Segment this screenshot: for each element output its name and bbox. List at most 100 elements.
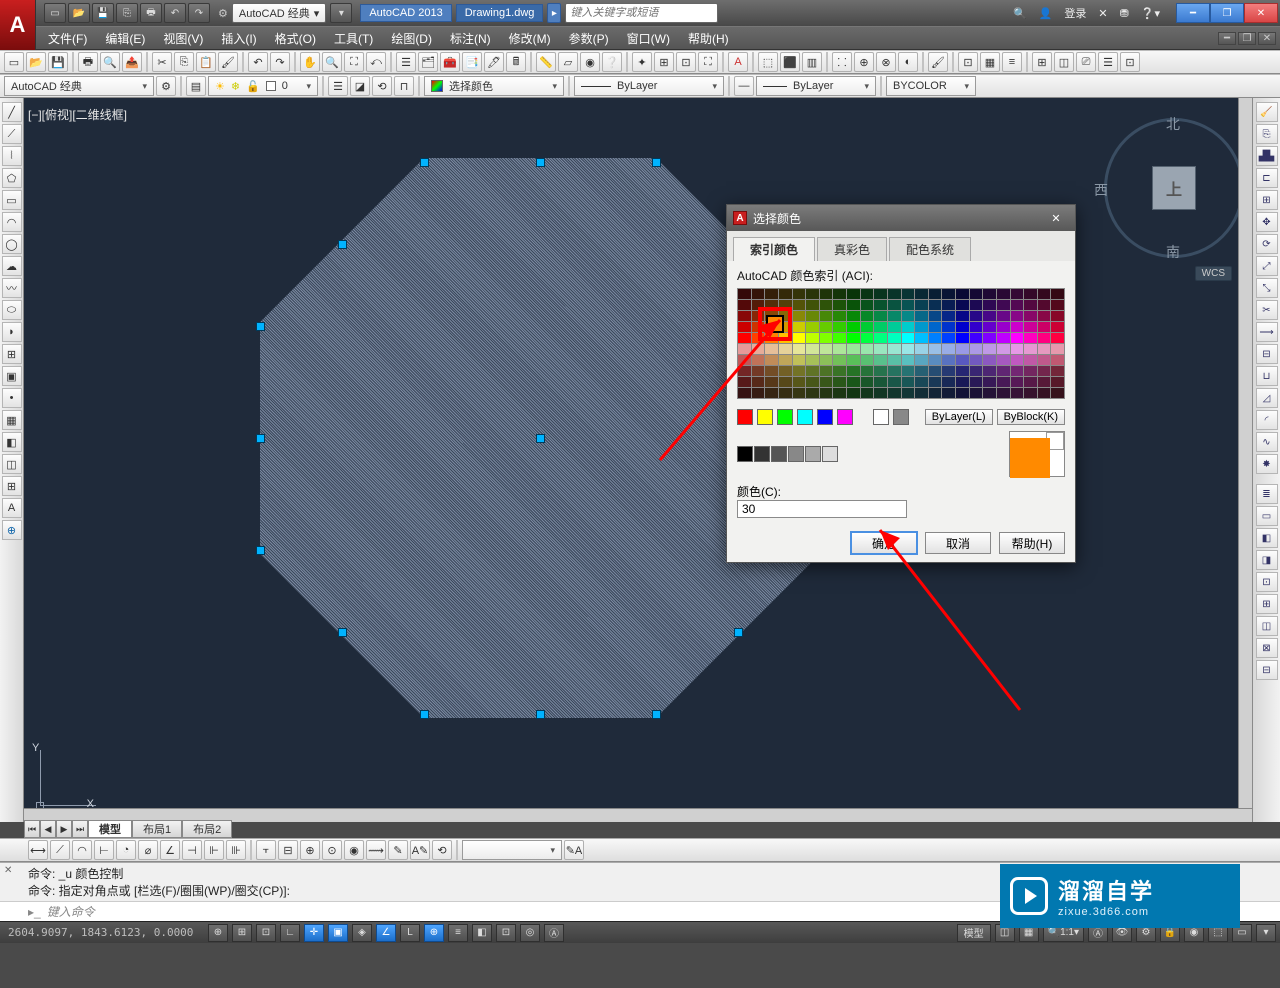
aci-swatch[interactable] [902, 388, 915, 398]
mod-a-icon[interactable]: ▭ [1256, 506, 1278, 526]
qat-new-icon[interactable]: ▭ [44, 3, 66, 23]
aci-swatch[interactable] [765, 322, 778, 332]
aci-swatch[interactable] [779, 322, 792, 332]
tb-zoom-icon[interactable]: 🔍 [322, 52, 342, 72]
dim-insp-icon[interactable]: ◉ [344, 840, 364, 860]
tb-dc-icon[interactable]: 🗂 [418, 52, 438, 72]
draw-mtext-icon[interactable]: A [2, 498, 22, 518]
aci-swatch[interactable] [738, 344, 751, 354]
aci-swatch[interactable] [820, 333, 833, 343]
dim-tol-icon[interactable]: ⊕ [300, 840, 320, 860]
aci-swatch[interactable] [956, 289, 969, 299]
aci-swatch[interactable] [929, 289, 942, 299]
tb-ya-icon[interactable]: ⬚ [758, 52, 778, 72]
grip-v6[interactable] [420, 710, 429, 719]
std-color-blue[interactable] [817, 409, 833, 425]
aci-swatch[interactable] [738, 322, 751, 332]
aci-swatch[interactable] [779, 366, 792, 376]
status-polar-icon[interactable]: ✛ [304, 924, 324, 942]
aci-swatch[interactable] [970, 311, 983, 321]
grip-v8[interactable] [256, 322, 265, 331]
draw-region-icon[interactable]: ◫ [2, 454, 22, 474]
exchange-icon[interactable]: ✕ [1094, 7, 1111, 20]
byblock-button[interactable]: ByBlock(K) [997, 409, 1065, 425]
aci-swatch[interactable] [983, 311, 996, 321]
aci-swatch[interactable] [738, 355, 751, 365]
tb-open-icon[interactable]: 📂 [26, 52, 46, 72]
layer-dropdown[interactable]: ☀❄🔓0▾ [208, 76, 318, 96]
aci-swatch[interactable] [861, 377, 874, 387]
std-color-white[interactable] [873, 409, 889, 425]
aci-swatch[interactable] [997, 333, 1010, 343]
aci-swatch[interactable] [1011, 322, 1024, 332]
aci-swatch[interactable] [929, 311, 942, 321]
aci-swatch[interactable] [1051, 311, 1064, 321]
aci-swatch[interactable] [1038, 344, 1051, 354]
aci-swatch[interactable] [902, 289, 915, 299]
dim-update-icon[interactable]: ⟲ [432, 840, 452, 860]
aci-swatch[interactable] [997, 322, 1010, 332]
aci-swatch[interactable] [888, 355, 901, 365]
aci-swatch[interactable] [793, 300, 806, 310]
tb-q2-icon[interactable]: ▦ [980, 52, 1000, 72]
aci-swatch[interactable] [765, 377, 778, 387]
aci-swatch[interactable] [874, 388, 887, 398]
aci-swatch[interactable] [1011, 388, 1024, 398]
menu-format[interactable]: 格式(O) [267, 27, 324, 50]
aci-swatch[interactable] [752, 333, 765, 343]
aci-swatch[interactable] [1024, 311, 1037, 321]
aci-swatch[interactable] [833, 344, 846, 354]
canvas-vertical-scrollbar[interactable] [1238, 98, 1252, 808]
layer-mgr-icon[interactable]: ▤ [186, 76, 206, 96]
aci-swatch[interactable] [970, 344, 983, 354]
aci-palette[interactable] [737, 288, 1065, 399]
menu-edit[interactable]: 编辑(E) [97, 27, 153, 50]
plotstyle-dropdown[interactable]: BYCOLOR▾ [886, 76, 976, 96]
draw-line-icon[interactable]: ╱ [2, 102, 22, 122]
aci-swatch[interactable] [997, 344, 1010, 354]
close-button[interactable]: ✕ [1244, 3, 1278, 23]
mod-scale-icon[interactable]: ⤢ [1256, 256, 1278, 276]
aci-swatch[interactable] [833, 322, 846, 332]
tb-undo-icon[interactable]: ↶ [248, 52, 268, 72]
dim-linear-icon[interactable]: ⟷ [28, 840, 48, 860]
draw-revcloud-icon[interactable]: ☁ [2, 256, 22, 276]
draw-pline-icon[interactable]: ⦚ [2, 146, 22, 166]
aci-swatch[interactable] [738, 311, 751, 321]
aci-swatch[interactable] [1051, 377, 1064, 387]
aci-swatch[interactable] [902, 366, 915, 376]
grip-v7[interactable] [256, 546, 265, 555]
aci-swatch[interactable] [874, 300, 887, 310]
aci-swatch[interactable] [793, 355, 806, 365]
workspace-dropdown[interactable]: AutoCAD 经典▾ [4, 76, 154, 96]
aci-swatch[interactable] [956, 344, 969, 354]
gray-1[interactable] [754, 446, 770, 462]
aci-swatch[interactable] [902, 300, 915, 310]
tb-matchprop-icon[interactable]: 🖌 [218, 52, 238, 72]
grip-m6[interactable] [338, 628, 347, 637]
aci-swatch[interactable] [847, 355, 860, 365]
gray-3[interactable] [788, 446, 804, 462]
qat-redo-icon[interactable]: ↷ [188, 3, 210, 23]
aci-swatch[interactable] [902, 333, 915, 343]
tb-help2-icon[interactable]: ❔ [602, 52, 622, 72]
aci-swatch[interactable] [956, 300, 969, 310]
mod-b-icon[interactable]: ◧ [1256, 528, 1278, 548]
tab-true-color[interactable]: 真彩色 [817, 237, 887, 261]
aci-swatch[interactable] [806, 355, 819, 365]
aci-swatch[interactable] [983, 366, 996, 376]
tb-zoomwin-icon[interactable]: ⛶ [344, 52, 364, 72]
aci-swatch[interactable] [820, 311, 833, 321]
mod-array-icon[interactable]: ⊞ [1256, 190, 1278, 210]
aci-swatch[interactable] [983, 322, 996, 332]
std-color-red[interactable] [737, 409, 753, 425]
gray-4[interactable] [805, 446, 821, 462]
mod-trim-icon[interactable]: ✂ [1256, 300, 1278, 320]
grip-m8[interactable] [338, 240, 347, 249]
help-button[interactable]: 帮助(H) [999, 532, 1065, 554]
qat-open-icon[interactable]: 📂 [68, 3, 90, 23]
aci-swatch[interactable] [833, 300, 846, 310]
tab-last-icon[interactable]: ⏭ [72, 820, 88, 838]
canvas[interactable]: [−][俯视][二维线框] 上 北 东 南 西 WCS [0, 98, 1280, 822]
aci-swatch[interactable] [874, 377, 887, 387]
